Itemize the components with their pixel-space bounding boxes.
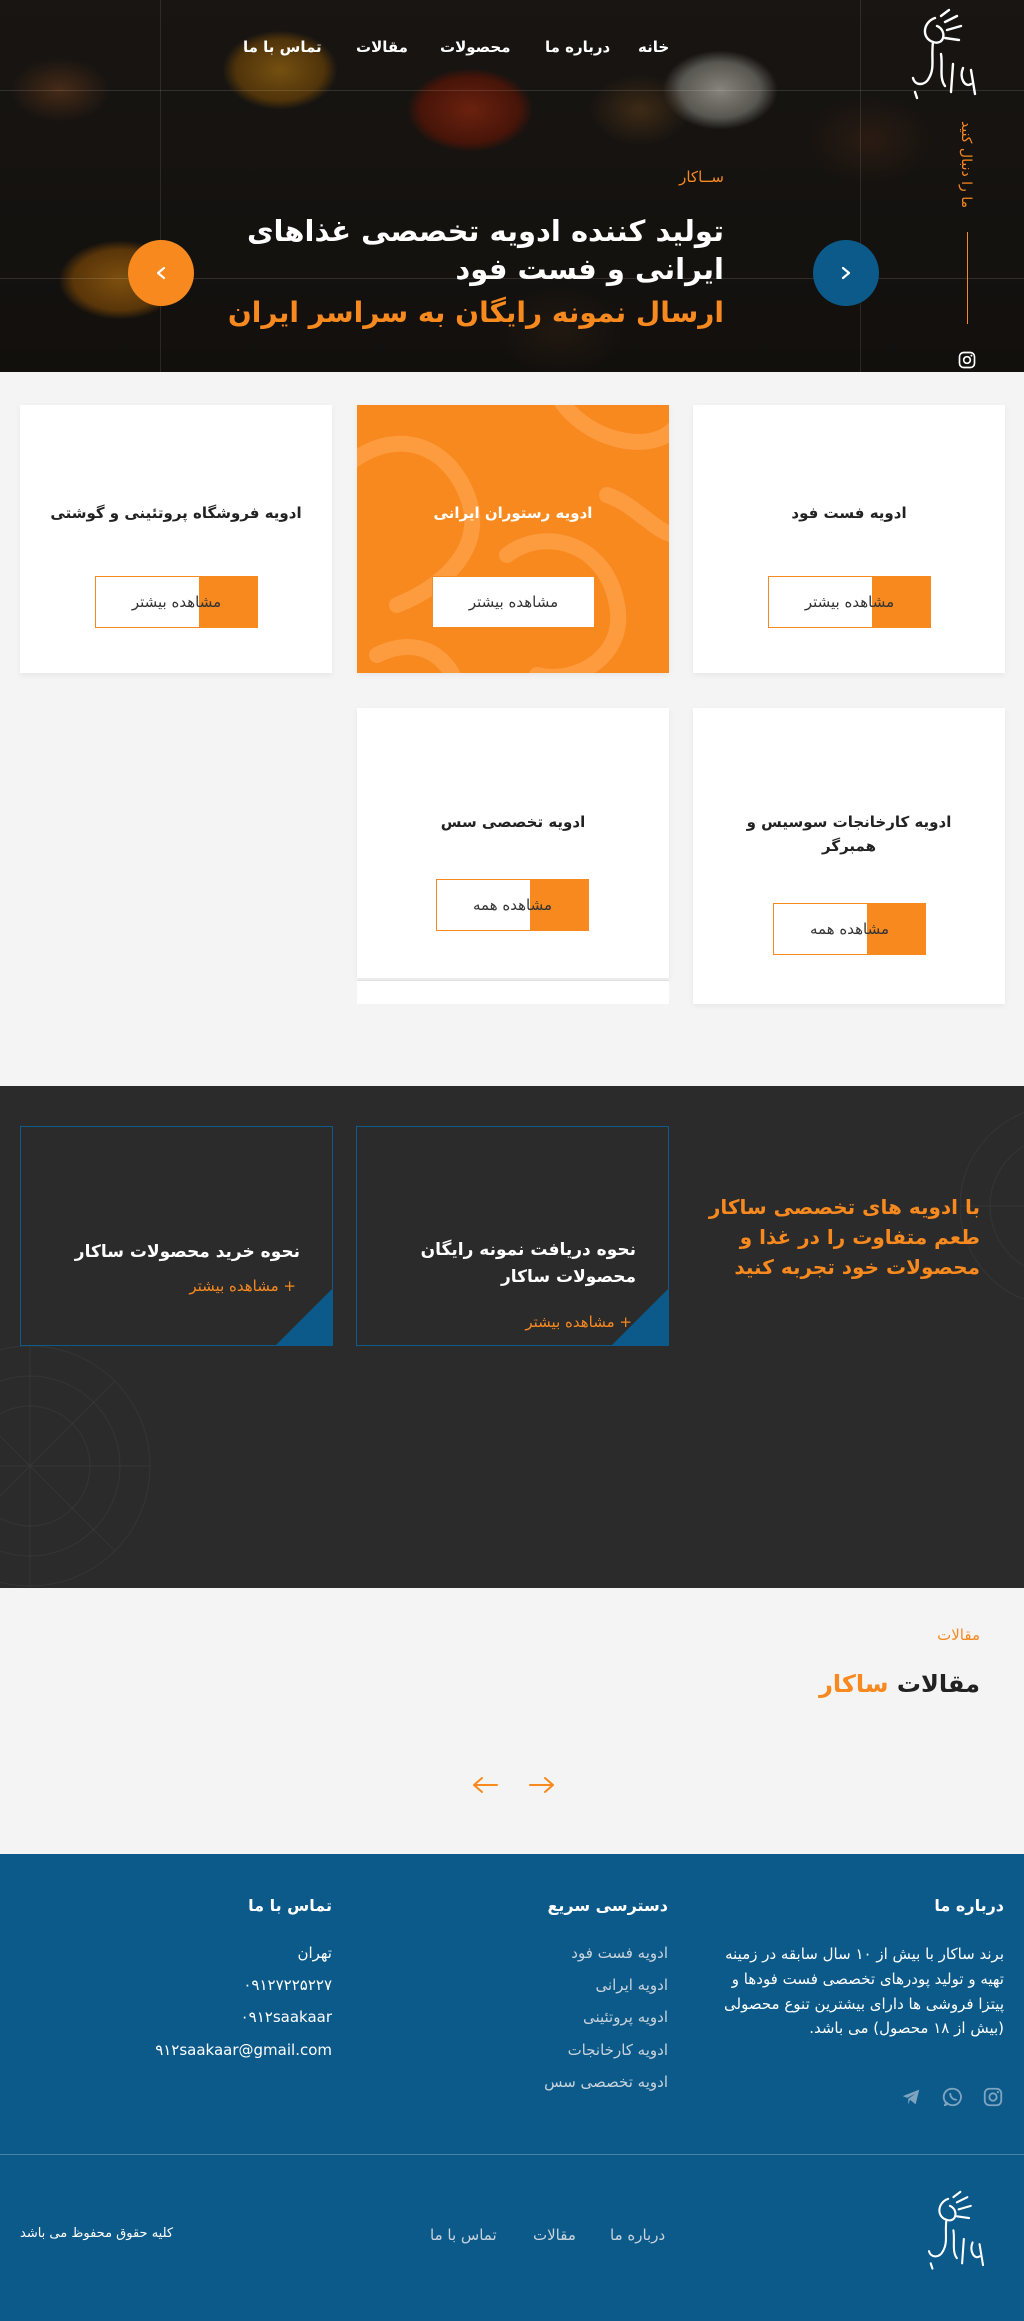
product-card-active[interactable]: ادویه رستوران ایرانی مشاهده بیشتر xyxy=(357,405,669,673)
product-card-button-label: مشاهده همه xyxy=(809,920,890,938)
arrow-left-icon[interactable] xyxy=(470,1774,500,1796)
footer-contact-phone[interactable]: ۰۹۱۲۷۲۲۵۲۲۷ xyxy=(243,1976,332,1994)
product-card-button-label: مشاهده بیشتر xyxy=(131,593,222,611)
footer-copyright: کلیه حقوق محفوظ می باشد xyxy=(20,2226,174,2241)
product-card-button[interactable]: مشاهده بیشتر xyxy=(95,576,258,628)
guide-card-more-link[interactable]: + مشاهده بیشتر xyxy=(525,1313,632,1331)
hero-subheading: ارسال نمونه رایگان به سراسر ایران xyxy=(227,296,724,329)
footer-quick-link[interactable]: ادویه کارخانجات xyxy=(568,2041,668,2059)
nav-products[interactable]: محصولات xyxy=(440,38,511,56)
follow-us-label: ما را دنبال کنید xyxy=(958,121,974,209)
calligraphy-pattern xyxy=(357,405,669,673)
articles-title-text: مقالات xyxy=(896,1670,980,1698)
articles-title: مقالات ساکار xyxy=(819,1670,980,1698)
hero-brand-label: ســاکار xyxy=(679,168,724,186)
product-card-button[interactable]: مشاهده همه xyxy=(436,879,589,931)
instagram-icon[interactable] xyxy=(982,2086,1004,2108)
guide-card-title: نحوه خرید محصولات ساکار xyxy=(74,1242,300,1262)
card-shadow-strip xyxy=(357,980,669,1004)
arrow-right-icon[interactable] xyxy=(527,1774,557,1796)
product-card-title: ادویه فست فود xyxy=(791,504,907,522)
footer-quick-link[interactable]: ادویه تخصصی سس xyxy=(544,2073,668,2091)
articles-eyebrow: مقالات xyxy=(937,1626,980,1644)
nav-articles[interactable]: مقالات xyxy=(356,38,408,56)
footer-quick-link[interactable]: ادویه ایرانی xyxy=(595,1976,668,1994)
product-card-button-label: مشاهده بیشتر xyxy=(468,593,559,611)
footer-contact-city: تهران xyxy=(297,1944,332,1962)
product-card[interactable]: ادویه فست فود مشاهده بیشتر xyxy=(693,405,1005,673)
footer-contact-handle[interactable]: ۰۹۱۲saakaar xyxy=(241,2008,332,2026)
hero-grid-line xyxy=(860,0,861,372)
chevron-left-icon xyxy=(156,266,166,280)
product-card-button[interactable]: مشاهده بیشتر xyxy=(432,576,595,628)
decorative-compass-pattern xyxy=(0,1345,151,1587)
footer-quick-heading: دسترسی سریع xyxy=(547,1896,668,1915)
slider-next-button[interactable] xyxy=(813,240,879,306)
product-card-button[interactable]: مشاهده بیشتر xyxy=(768,576,931,628)
footer-quick-link[interactable]: ادویه پروتئینی xyxy=(583,2008,668,2026)
guides-heading: با ادویه های تخصصی ساکار طعم متفاوت را د… xyxy=(708,1195,980,1279)
footer-logo[interactable] xyxy=(922,2190,990,2274)
product-categories: ادویه فست فود مشاهده بیشتر ادویه رستوران… xyxy=(0,372,1024,1086)
hero-grid-line xyxy=(0,90,1024,91)
footer-contact-email[interactable]: ۹۱۲saakaar@gmail.com xyxy=(155,2041,332,2059)
product-card[interactable]: ادویه فروشگاه پروتئینی و گوشتی مشاهده بی… xyxy=(20,405,332,673)
articles-title-accent: ساکار xyxy=(819,1670,889,1698)
product-card-title: ادویه رستوران ایرانی xyxy=(433,504,593,522)
follow-us-line xyxy=(967,232,968,324)
footer-quick-link[interactable]: ادویه فست فود xyxy=(571,1944,668,1962)
hero-grid-line xyxy=(160,0,161,372)
footer-about-text: برند ساکار با بیش از ۱۰ سال سابقه در زمی… xyxy=(724,1945,1004,2038)
whatsapp-icon[interactable] xyxy=(942,2086,964,2108)
chevron-right-icon xyxy=(841,266,851,280)
product-card-button-label: مشاهده بیشتر xyxy=(804,593,895,611)
hero-heading-line-2: ایرانی و فست فود xyxy=(455,252,724,286)
product-card-title: ادویه کارخانجات سوسیس و همبرگر xyxy=(746,813,952,855)
product-card[interactable]: ادویه کارخانجات سوسیس و همبرگر مشاهده هم… xyxy=(693,708,1005,1004)
footer-divider xyxy=(0,2154,1024,2155)
telegram-icon[interactable] xyxy=(900,2086,922,2108)
footer-contact-heading: تماس با ما xyxy=(248,1896,332,1915)
hero-slider: خانه درباره ما محصولات مقالات تماس با ما… xyxy=(0,0,1024,372)
guide-card-more-link[interactable]: + مشاهده بیشتر xyxy=(189,1277,296,1295)
nav-about[interactable]: درباره ما xyxy=(545,38,610,56)
guide-card-title: نحوه دریافت نمونه رایگان محصولات ساکار xyxy=(420,1240,636,1288)
footer-bottom-link-contact[interactable]: تماس با ما xyxy=(430,2226,497,2244)
site-footer: درباره ما برند ساکار با بیش از ۱۰ سال سا… xyxy=(0,1854,1024,2321)
guide-card-corner xyxy=(276,1289,332,1345)
product-card-button[interactable]: مشاهده همه xyxy=(773,903,926,955)
product-card-title: ادویه فروشگاه پروتئینی و گوشتی xyxy=(50,504,302,522)
articles-section: مقالات مقالات ساکار xyxy=(0,1588,1024,1854)
nav-contact[interactable]: تماس با ما xyxy=(243,38,322,56)
instagram-icon[interactable] xyxy=(957,350,977,370)
guide-card[interactable]: نحوه دریافت نمونه رایگان محصولات ساکار +… xyxy=(356,1126,669,1346)
footer-bottom-link-articles[interactable]: مقالات xyxy=(533,2226,576,2244)
footer-bottom-link-about[interactable]: درباره ما xyxy=(610,2226,665,2244)
slider-prev-button[interactable] xyxy=(128,240,194,306)
nav-home[interactable]: خانه xyxy=(638,38,669,56)
guide-card[interactable]: نحوه خرید محصولات ساکار + مشاهده بیشتر xyxy=(20,1126,333,1346)
hero-heading-line-1: تولید کننده ادویه تخصصی غذاهای xyxy=(246,214,724,248)
product-card-title: ادویه تخصصی سس xyxy=(440,813,586,831)
product-card[interactable]: ادویه تخصصی سس مشاهده همه xyxy=(357,708,669,978)
guides-section: با ادویه های تخصصی ساکار طعم متفاوت را د… xyxy=(0,1086,1024,1588)
footer-about-heading: درباره ما xyxy=(934,1896,1004,1915)
site-logo[interactable] xyxy=(905,8,983,104)
product-card-button-label: مشاهده همه xyxy=(472,896,553,914)
